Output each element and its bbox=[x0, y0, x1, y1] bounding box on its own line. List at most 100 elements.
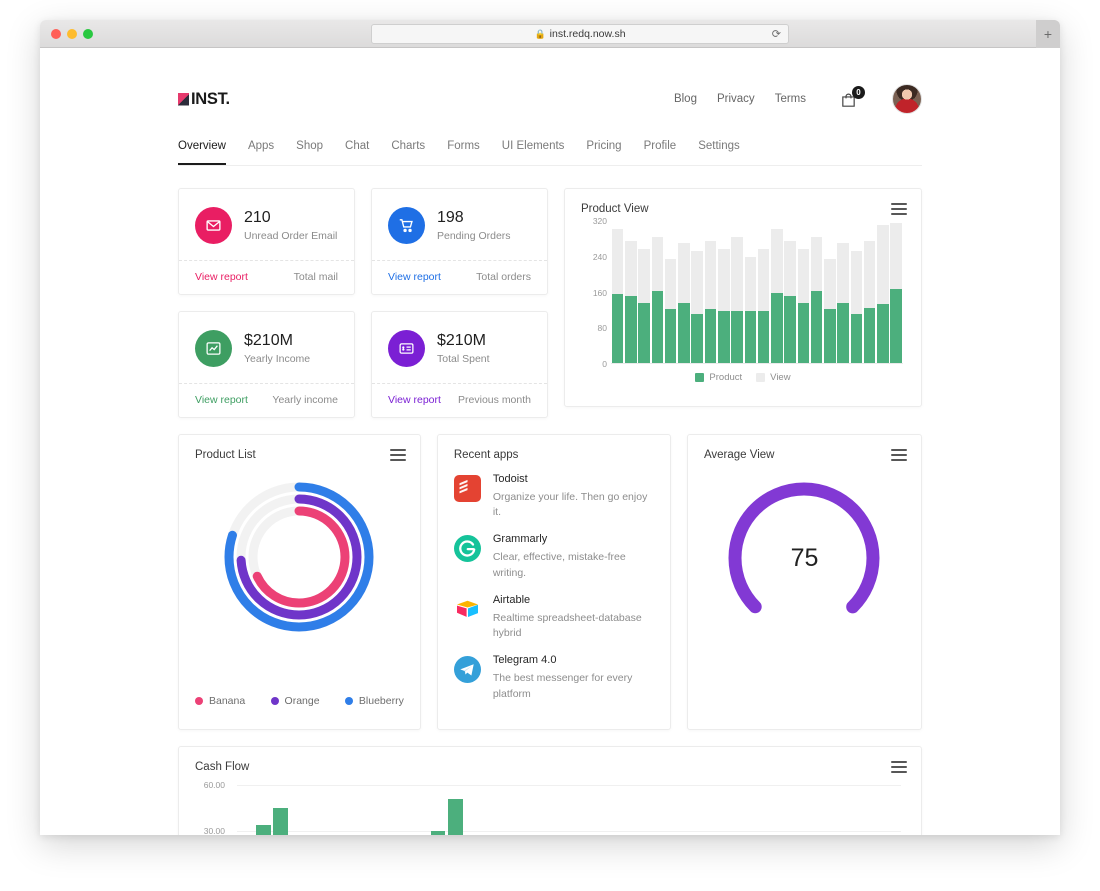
stat-card-footer: View report Total orders bbox=[372, 260, 547, 294]
legend-item-blueberry: Blueberry bbox=[344, 695, 404, 707]
stat-card-body: 198 Pending Orders bbox=[372, 189, 547, 260]
tab-charts[interactable]: Charts bbox=[391, 140, 425, 165]
tab-ui-elements[interactable]: UI Elements bbox=[502, 140, 565, 165]
bar bbox=[448, 798, 463, 835]
tab-settings[interactable]: Settings bbox=[698, 140, 740, 165]
bar-group bbox=[863, 221, 876, 363]
close-window-button[interactable] bbox=[51, 28, 61, 39]
stat-value: 210 bbox=[244, 208, 271, 226]
list-item[interactable]: Todoist Organize your life. Then go enjo… bbox=[453, 473, 654, 520]
tab-forms[interactable]: Forms bbox=[447, 140, 480, 165]
card-title: Product List bbox=[195, 449, 256, 461]
tab-profile[interactable]: Profile bbox=[644, 140, 677, 165]
app-description: Clear, effective, mistake-free writing. bbox=[492, 551, 626, 579]
window-controls[interactable] bbox=[51, 28, 93, 39]
stat-card-total-spent[interactable]: $210M Total Spent View report Previous m… bbox=[371, 311, 548, 418]
stat-card-body: $210M Total Spent bbox=[372, 312, 547, 383]
logo-text: INST. bbox=[191, 89, 230, 108]
minimize-window-button[interactable] bbox=[67, 28, 77, 39]
airtable-icon bbox=[454, 596, 481, 623]
stat-card-footer: View report Yearly income bbox=[179, 383, 354, 417]
chart-legend: Product View bbox=[581, 372, 905, 383]
bar-product bbox=[863, 307, 876, 363]
average-view-card: Average View 75 bbox=[686, 434, 922, 730]
bar-product bbox=[824, 309, 836, 363]
product-list-card: Product List Banana Orange Blueberry bbox=[178, 434, 421, 730]
logo[interactable]: INST. bbox=[178, 90, 230, 109]
maximize-window-button[interactable] bbox=[83, 28, 93, 39]
y-axis-tick: 320 bbox=[592, 216, 607, 226]
stat-card-unread-email[interactable]: 210 Unread Order Email View report Total… bbox=[178, 188, 355, 295]
bar bbox=[430, 831, 446, 835]
bar-product bbox=[625, 295, 637, 363]
bar-product bbox=[771, 293, 783, 363]
tab-overview[interactable]: Overview bbox=[178, 140, 226, 165]
new-tab-button[interactable]: + bbox=[1036, 20, 1060, 48]
browser-window: 🔒 inst.redq.now.sh ⟳ + INST. Blog Privac… bbox=[40, 20, 1060, 835]
legend-label: View bbox=[770, 372, 791, 383]
hamburger-icon[interactable] bbox=[891, 761, 907, 773]
bar-product bbox=[678, 302, 690, 363]
tab-chat[interactable]: Chat bbox=[345, 140, 369, 165]
bar-group bbox=[850, 221, 863, 363]
main-tabs: Overview Apps Shop Chat Charts Forms UI … bbox=[178, 140, 922, 166]
stat-note: Yearly income bbox=[272, 394, 338, 406]
bar-group bbox=[837, 221, 849, 363]
chart-legend: Banana Orange Blueberry bbox=[195, 695, 404, 707]
recent-apps-list: Todoist Organize your life. Then go enjo… bbox=[453, 473, 654, 702]
view-report-link[interactable]: View report bbox=[388, 271, 441, 283]
dashboard-row-2: Product List Banana Orange Blueberry Rec… bbox=[178, 434, 922, 730]
bar-product bbox=[797, 302, 810, 363]
bar-group bbox=[678, 221, 690, 363]
legend-item-view: View bbox=[756, 372, 791, 383]
tab-apps[interactable]: Apps bbox=[248, 140, 274, 165]
bar-product bbox=[664, 309, 677, 363]
bar-product bbox=[757, 310, 770, 363]
cash-flow-plot: 0.0030.0060.00 bbox=[195, 780, 905, 835]
tab-pricing[interactable]: Pricing bbox=[586, 140, 621, 165]
y-axis: 0.0030.0060.00 bbox=[195, 780, 231, 835]
hamburger-icon[interactable] bbox=[389, 449, 406, 461]
reload-icon[interactable]: ⟳ bbox=[772, 28, 781, 41]
bar-product bbox=[744, 310, 757, 363]
address-bar[interactable]: 🔒 inst.redq.now.sh ⟳ bbox=[371, 24, 789, 44]
tab-shop[interactable]: Shop bbox=[296, 140, 323, 165]
legend-label: Banana bbox=[209, 695, 246, 707]
bar-series bbox=[237, 785, 901, 835]
list-item[interactable]: Telegram 4.0 The best messenger for ever… bbox=[453, 654, 654, 701]
y-axis-tick: 240 bbox=[592, 251, 607, 262]
bar-group bbox=[810, 221, 823, 363]
stat-row-top: 210 Unread Order Email View report Total… bbox=[178, 188, 548, 295]
bar-group bbox=[744, 221, 757, 363]
hamburger-icon[interactable] bbox=[891, 449, 907, 461]
nav-link-privacy[interactable]: Privacy bbox=[717, 93, 755, 105]
bar-product bbox=[611, 293, 624, 363]
avatar[interactable] bbox=[892, 84, 922, 114]
nav-link-terms[interactable]: Terms bbox=[775, 93, 806, 105]
view-report-link[interactable]: View report bbox=[388, 394, 441, 406]
list-item[interactable]: Airtable Realtime spreadsheet-database h… bbox=[454, 594, 654, 641]
stat-note: Total orders bbox=[476, 271, 531, 283]
bar-group bbox=[784, 221, 796, 363]
bar-series bbox=[611, 221, 903, 364]
view-report-link[interactable]: View report bbox=[195, 271, 248, 283]
view-report-link[interactable]: View report bbox=[195, 394, 248, 406]
legend-swatch bbox=[756, 373, 766, 382]
stat-value: $210M bbox=[437, 331, 486, 349]
envelope-icon bbox=[195, 207, 232, 244]
list-item[interactable]: Grammarly Clear, effective, mistake-free… bbox=[453, 533, 654, 580]
y-axis-tick: 60.00 bbox=[203, 780, 225, 790]
card-title: Recent apps bbox=[453, 449, 519, 461]
stat-card-yearly-income[interactable]: $210M Yearly Income View report Yearly i… bbox=[178, 311, 355, 418]
bar-group bbox=[691, 221, 703, 363]
bar-group bbox=[890, 221, 902, 363]
stat-card-pending-orders[interactable]: 198 Pending Orders View report Total ord… bbox=[371, 188, 548, 295]
grammarly-icon bbox=[453, 535, 481, 563]
hamburger-icon[interactable] bbox=[891, 203, 907, 215]
stat-card-footer: View report Total mail bbox=[179, 260, 354, 294]
nav-link-blog[interactable]: Blog bbox=[674, 93, 697, 105]
stat-card-body: $210M Yearly Income bbox=[179, 312, 354, 383]
bar bbox=[255, 824, 271, 835]
cart-button[interactable]: 0 bbox=[840, 86, 865, 109]
gauge-chart: 75 bbox=[721, 475, 887, 641]
